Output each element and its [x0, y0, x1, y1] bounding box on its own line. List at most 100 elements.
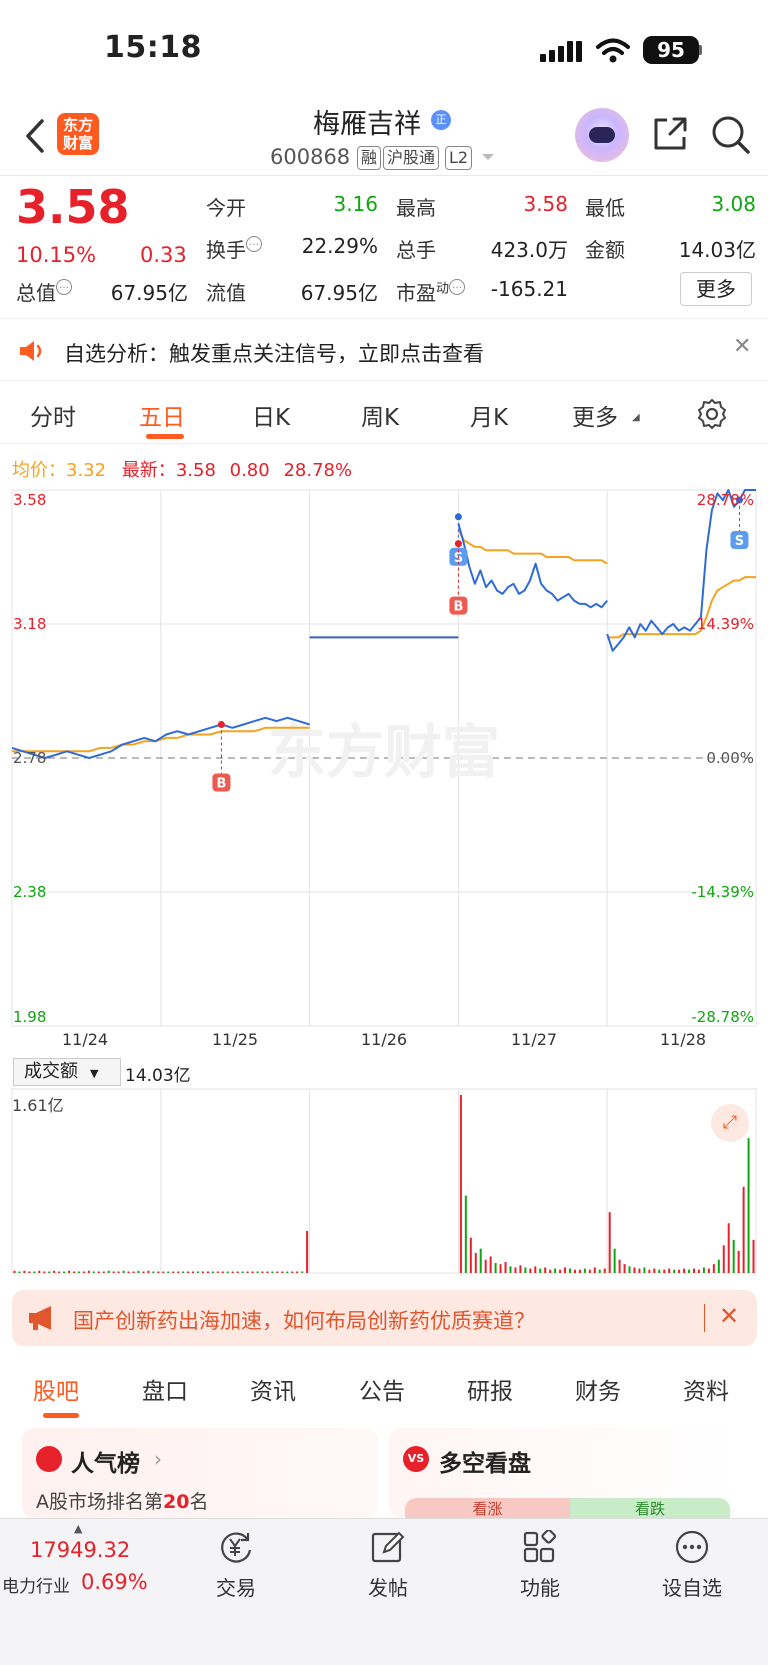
volume-bar [702, 1267, 705, 1273]
wifi-icon [596, 38, 630, 63]
volume-bar [469, 1237, 472, 1273]
change-percent: 10.15% [16, 243, 97, 267]
volume-metric-select[interactable]: 成交额 ▼ [13, 1058, 121, 1086]
vs-icon: VS [403, 1446, 429, 1472]
volume-chart[interactable] [0, 1085, 768, 1280]
bullish-button[interactable]: 看涨 [405, 1498, 570, 1520]
volume-bar [261, 1271, 264, 1273]
volume-bar [296, 1271, 299, 1273]
battery-nub [699, 45, 702, 55]
volume-bar [48, 1271, 51, 1273]
volume-bar [643, 1267, 646, 1273]
tab-order-book[interactable]: 盘口 [142, 1372, 188, 1406]
bearish-button[interactable]: 看跌 [570, 1498, 730, 1520]
expand-icon[interactable]: ⤢ [711, 1104, 749, 1142]
settings-icon[interactable] [696, 398, 728, 430]
dropdown-arrow-icon[interactable] [481, 152, 495, 162]
grid-icon[interactable] [522, 1530, 558, 1564]
edit-icon[interactable] [370, 1530, 406, 1564]
volume-bar [752, 1239, 755, 1273]
yen-exchange-icon[interactable] [218, 1530, 254, 1564]
tab-intraday[interactable]: 分时 [30, 398, 76, 432]
search-icon[interactable] [710, 114, 752, 156]
sentiment-title: 多空看盘 [439, 1451, 531, 1477]
volume-bar [286, 1271, 289, 1273]
volume-bar [206, 1271, 209, 1273]
nav-post-label[interactable]: 发帖 [348, 1572, 428, 1601]
latest-value: 3.58 [175, 460, 216, 481]
five-day-chart[interactable]: 东方财富BSBS3.583.182.782.381.9828.78%14.39%… [0, 485, 768, 1030]
volume-bar [529, 1268, 532, 1273]
tab-five-day[interactable]: 五日 [139, 398, 185, 432]
volume-bar [519, 1265, 522, 1273]
more-quote-button[interactable]: 更多 [680, 272, 752, 306]
tab-daily-k[interactable]: 日K [252, 398, 290, 432]
latest-label: 最新： [121, 460, 176, 481]
volume-bar [107, 1270, 110, 1273]
notice-text[interactable]: 自选分析：触发重点关注信号，立即点击查看 [64, 338, 484, 368]
y-tick-left: 1.98 [13, 1008, 46, 1026]
volume-bar [712, 1264, 715, 1273]
volume-bar [13, 1270, 16, 1273]
info-icon[interactable]: … [56, 279, 72, 295]
nav-add-watchlist-label[interactable]: 设自选 [652, 1572, 732, 1601]
volume-bar [598, 1269, 601, 1273]
volume-bar [167, 1271, 170, 1273]
tab-more[interactable]: 更多 [572, 398, 618, 432]
sector-change[interactable]: 0.69% [81, 1570, 148, 1594]
volume-bar [122, 1270, 125, 1273]
chevron-right-icon: › [154, 1447, 162, 1471]
tab-financials[interactable]: 财务 [575, 1372, 621, 1406]
notice-close-icon[interactable]: ✕ [733, 334, 751, 359]
info-icon[interactable]: … [449, 279, 466, 295]
x-tick-label: 11/26 [361, 1030, 408, 1049]
back-icon[interactable] [24, 118, 46, 154]
amount-value: 14.03亿 [678, 238, 756, 262]
volume-max-label: 1.61亿 [12, 1096, 64, 1115]
tab-profile[interactable]: 资料 [683, 1372, 729, 1406]
volume-bar [559, 1269, 562, 1273]
trade-marker-label: B [453, 600, 463, 615]
tab-research[interactable]: 研报 [467, 1372, 513, 1406]
tab-weekly-k[interactable]: 周K [361, 398, 399, 432]
legend-change-abs: 0.80 [229, 460, 270, 481]
volume-bar [132, 1271, 135, 1273]
chart-legend: 均价：3.32 最新：3.58 0.80 28.78% [12, 456, 352, 482]
volume-bar [633, 1267, 636, 1273]
tab-guba[interactable]: 股吧 [33, 1372, 79, 1406]
tab-announcements[interactable]: 公告 [359, 1372, 405, 1406]
tab-monthly-k[interactable]: 月K [470, 398, 508, 432]
y-tick-left: 3.58 [13, 491, 46, 509]
expand-up-icon[interactable]: ▲ [74, 1522, 82, 1535]
more-circle-icon[interactable] [674, 1530, 710, 1564]
volume-frame [11, 1088, 757, 1274]
float-label: 流值 [206, 281, 246, 305]
volume-bar [638, 1268, 641, 1273]
promo-text[interactable]: 国产创新药出海加速，如何布局创新药优质赛道？ [73, 1305, 535, 1335]
volume-bar [157, 1271, 160, 1273]
volume-bar [583, 1268, 586, 1273]
turnover-label: 换手… [206, 234, 262, 263]
x-tick-label: 11/28 [660, 1030, 707, 1049]
nav-functions-label[interactable]: 功能 [500, 1572, 580, 1601]
promo-close-icon[interactable]: ✕ [719, 1302, 739, 1330]
volume-bar [494, 1263, 497, 1273]
share-icon[interactable] [650, 114, 690, 154]
volume-bar [489, 1256, 492, 1273]
sector-index-value[interactable]: 17949.32 [30, 1538, 130, 1562]
tab-news[interactable]: 资讯 [250, 1372, 296, 1406]
sector-name[interactable]: 电力行业 [2, 1572, 70, 1597]
trade-marker-label: S [735, 534, 744, 549]
volume-bar [306, 1230, 309, 1273]
volume-bar [221, 1271, 224, 1273]
active-bottom-tab-indicator [43, 1413, 79, 1418]
volume-bar [281, 1271, 284, 1273]
rank-prefix: A股市场排名第 [36, 1491, 163, 1513]
volume-bar [514, 1267, 517, 1273]
nav-trade-label[interactable]: 交易 [196, 1572, 276, 1601]
volume-bar [588, 1269, 591, 1273]
status-time: 15:18 [104, 30, 202, 65]
low-label: 最低 [585, 196, 625, 220]
info-icon[interactable]: … [246, 236, 262, 252]
pe-label-text: 市盈 [396, 281, 436, 305]
